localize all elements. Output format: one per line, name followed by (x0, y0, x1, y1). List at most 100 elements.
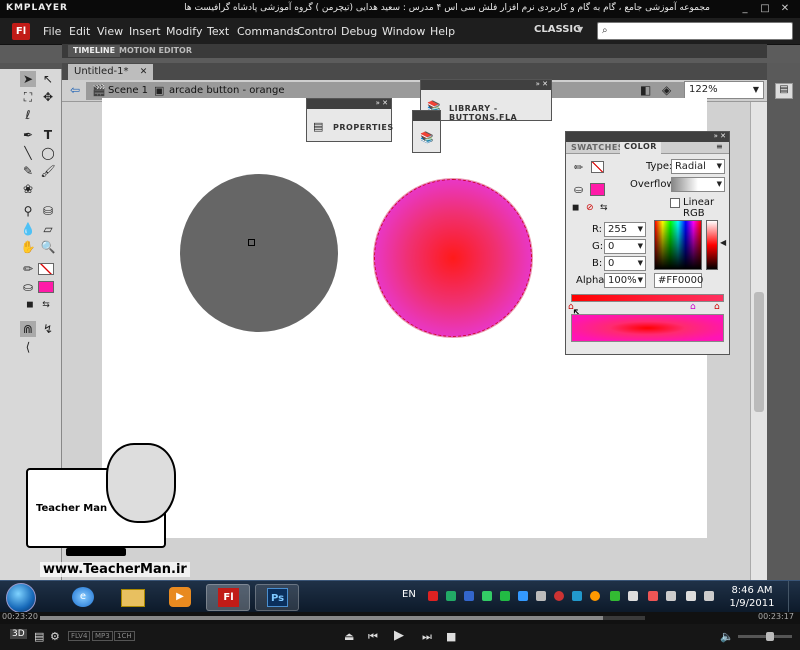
properties-panel-title[interactable]: PROPERTIES (333, 123, 394, 132)
zoom-tool-icon[interactable]: 🔍 (40, 239, 56, 255)
stroke-swatch[interactable] (591, 161, 604, 173)
menu-text[interactable]: Text (207, 25, 229, 38)
explorer-icon[interactable] (121, 589, 145, 607)
close-tab-icon[interactable]: ✕ (140, 67, 148, 77)
workspace-switcher[interactable]: CLASSIC (534, 24, 580, 35)
tray-play-icon[interactable] (500, 591, 510, 601)
pen-tool-icon[interactable]: ✒ (20, 127, 36, 143)
tray-device-icon[interactable] (536, 591, 546, 601)
stroke-pencil-icon[interactable]: ✏ (574, 161, 583, 174)
brush-tool-icon[interactable]: 🖌 (40, 163, 56, 179)
properties-panel-header[interactable]: » ✕ (307, 99, 391, 109)
vertical-scroll-thumb[interactable] (754, 292, 764, 412)
tray-network2-icon[interactable] (666, 591, 676, 601)
tray-antivirus-icon[interactable] (554, 591, 564, 601)
b-input[interactable]: 0 ▼ (604, 256, 646, 271)
gradient-stop-pink[interactable]: ⌂ (690, 302, 696, 312)
tab-swatches[interactable]: SWATCHES (571, 143, 624, 152)
seek-track[interactable] (40, 616, 645, 620)
eject-icon[interactable]: ⏏ (344, 630, 354, 643)
language-indicator[interactable]: EN (402, 589, 416, 600)
hand-tool-icon[interactable]: ✋ (20, 239, 36, 255)
breadcrumb-scene[interactable]: Scene 1 (108, 85, 148, 96)
volume-slider[interactable] (738, 632, 792, 641)
paint-bucket-tool-icon[interactable]: ⛁ (40, 203, 56, 219)
color-spectrum-picker[interactable] (654, 220, 702, 270)
menu-commands[interactable]: Commands (237, 25, 299, 38)
stroke-color-swatch[interactable] (38, 263, 54, 275)
playlist-icon[interactable]: ▤ (34, 630, 44, 643)
selection-tool-icon[interactable]: ➤ (20, 71, 36, 87)
volume-icon[interactable] (704, 591, 714, 601)
tray-sync-icon[interactable] (482, 591, 492, 601)
taskbar-flash[interactable]: Fl (206, 584, 250, 611)
lasso-tool-icon[interactable]: ℓ (20, 107, 36, 123)
stroke-color-icon[interactable]: ✏ (20, 261, 36, 277)
grey-circle-shape[interactable] (180, 174, 338, 332)
gradient-stop-end[interactable]: ⌂ (714, 302, 720, 312)
menu-window[interactable]: Window (382, 25, 425, 38)
fill-swatch[interactable] (590, 183, 605, 196)
tab-timeline[interactable]: TIMELINE (68, 45, 121, 57)
tray-network-icon[interactable] (464, 591, 474, 601)
media-player-icon[interactable]: ▶ (169, 587, 191, 607)
menu-insert[interactable]: Insert (129, 25, 161, 38)
type-select[interactable]: Radial ▼ (671, 159, 725, 174)
gradient-bar[interactable] (571, 294, 724, 302)
menu-debug[interactable]: Debug (341, 25, 377, 38)
previous-icon[interactable]: ⏮ (368, 630, 378, 644)
play-icon[interactable]: ▶ (394, 628, 404, 643)
taskbar-clock[interactable]: 8:46 AM 1/9/2011 (722, 584, 782, 610)
menu-edit[interactable]: Edit (69, 25, 90, 38)
oval-tool-icon[interactable]: ◯ (40, 145, 56, 161)
pencil-tool-icon[interactable]: ✎ (20, 163, 36, 179)
tray-chat-icon[interactable] (610, 591, 620, 601)
gradient-circle-shape[interactable] (374, 179, 532, 337)
fill-bucket-icon[interactable]: ⛀ (574, 183, 583, 196)
brightness-slider[interactable] (706, 220, 718, 270)
line-tool-icon[interactable]: ╲ (20, 145, 36, 161)
ie-icon[interactable]: e (72, 587, 94, 607)
edit-symbol-icon[interactable]: ◈ (662, 83, 671, 97)
breadcrumb-symbol[interactable]: arcade button - orange (169, 85, 284, 96)
menu-help[interactable]: Help (430, 25, 455, 38)
subselection-tool-icon[interactable]: ↖ (40, 71, 56, 87)
speaker-icon[interactable]: 🔈 (720, 630, 734, 643)
stop-icon[interactable]: ■ (446, 630, 456, 643)
close-icon[interactable]: ✕ (778, 2, 792, 15)
deco-tool-icon[interactable]: ❀ (20, 181, 36, 197)
show-desktop-button[interactable] (788, 581, 800, 613)
tray-update-icon[interactable] (572, 591, 582, 601)
tab-motion-editor[interactable]: MOTION EDITOR (114, 45, 197, 57)
tray-bluetooth-icon[interactable] (518, 591, 528, 601)
menu-view[interactable]: View (97, 25, 123, 38)
hex-input[interactable]: #FF0000 (654, 273, 703, 288)
tab-color[interactable]: COLOR (620, 142, 661, 154)
search-input[interactable]: ⌕ (597, 22, 793, 40)
seek-bar[interactable]: 00:23:20 00:23:17 (0, 612, 800, 624)
g-input[interactable]: 0 ▼ (604, 239, 646, 254)
swap-icon[interactable]: ⇆ (600, 203, 608, 213)
eyedropper-tool-icon[interactable]: 💧 (20, 221, 36, 237)
bone-tool-icon[interactable]: ⚲ (20, 203, 36, 219)
tray-flag-icon[interactable] (428, 591, 438, 601)
straighten-icon[interactable]: ⟨ (20, 339, 36, 355)
back-arrow-icon[interactable]: ⇦ (70, 83, 80, 97)
text-tool-icon[interactable]: T (40, 127, 56, 143)
settings-icon[interactable]: ⚙ (50, 630, 60, 643)
panel-menu-icon[interactable]: ≡ (716, 142, 723, 151)
vertical-scrollbar[interactable] (750, 102, 767, 582)
snap-to-objects-icon[interactable]: ⋒ (20, 321, 36, 337)
maximize-icon[interactable]: □ (758, 2, 772, 15)
zoom-select[interactable]: 122% ▼ (684, 81, 764, 99)
edit-scene-icon[interactable]: ◧ (640, 83, 651, 97)
next-icon[interactable]: ⏭ (422, 630, 432, 644)
minimize-icon[interactable]: _ (738, 2, 752, 15)
smooth-icon[interactable]: ↯ (40, 321, 56, 337)
tray-app-icon[interactable] (628, 591, 638, 601)
menu-modify[interactable]: Modify (166, 25, 202, 38)
black-white-icon[interactable]: ◼ (572, 203, 579, 213)
menu-file[interactable]: File (43, 25, 61, 38)
3d-icon[interactable]: 3D (10, 629, 27, 639)
menu-control[interactable]: Control (297, 25, 337, 38)
